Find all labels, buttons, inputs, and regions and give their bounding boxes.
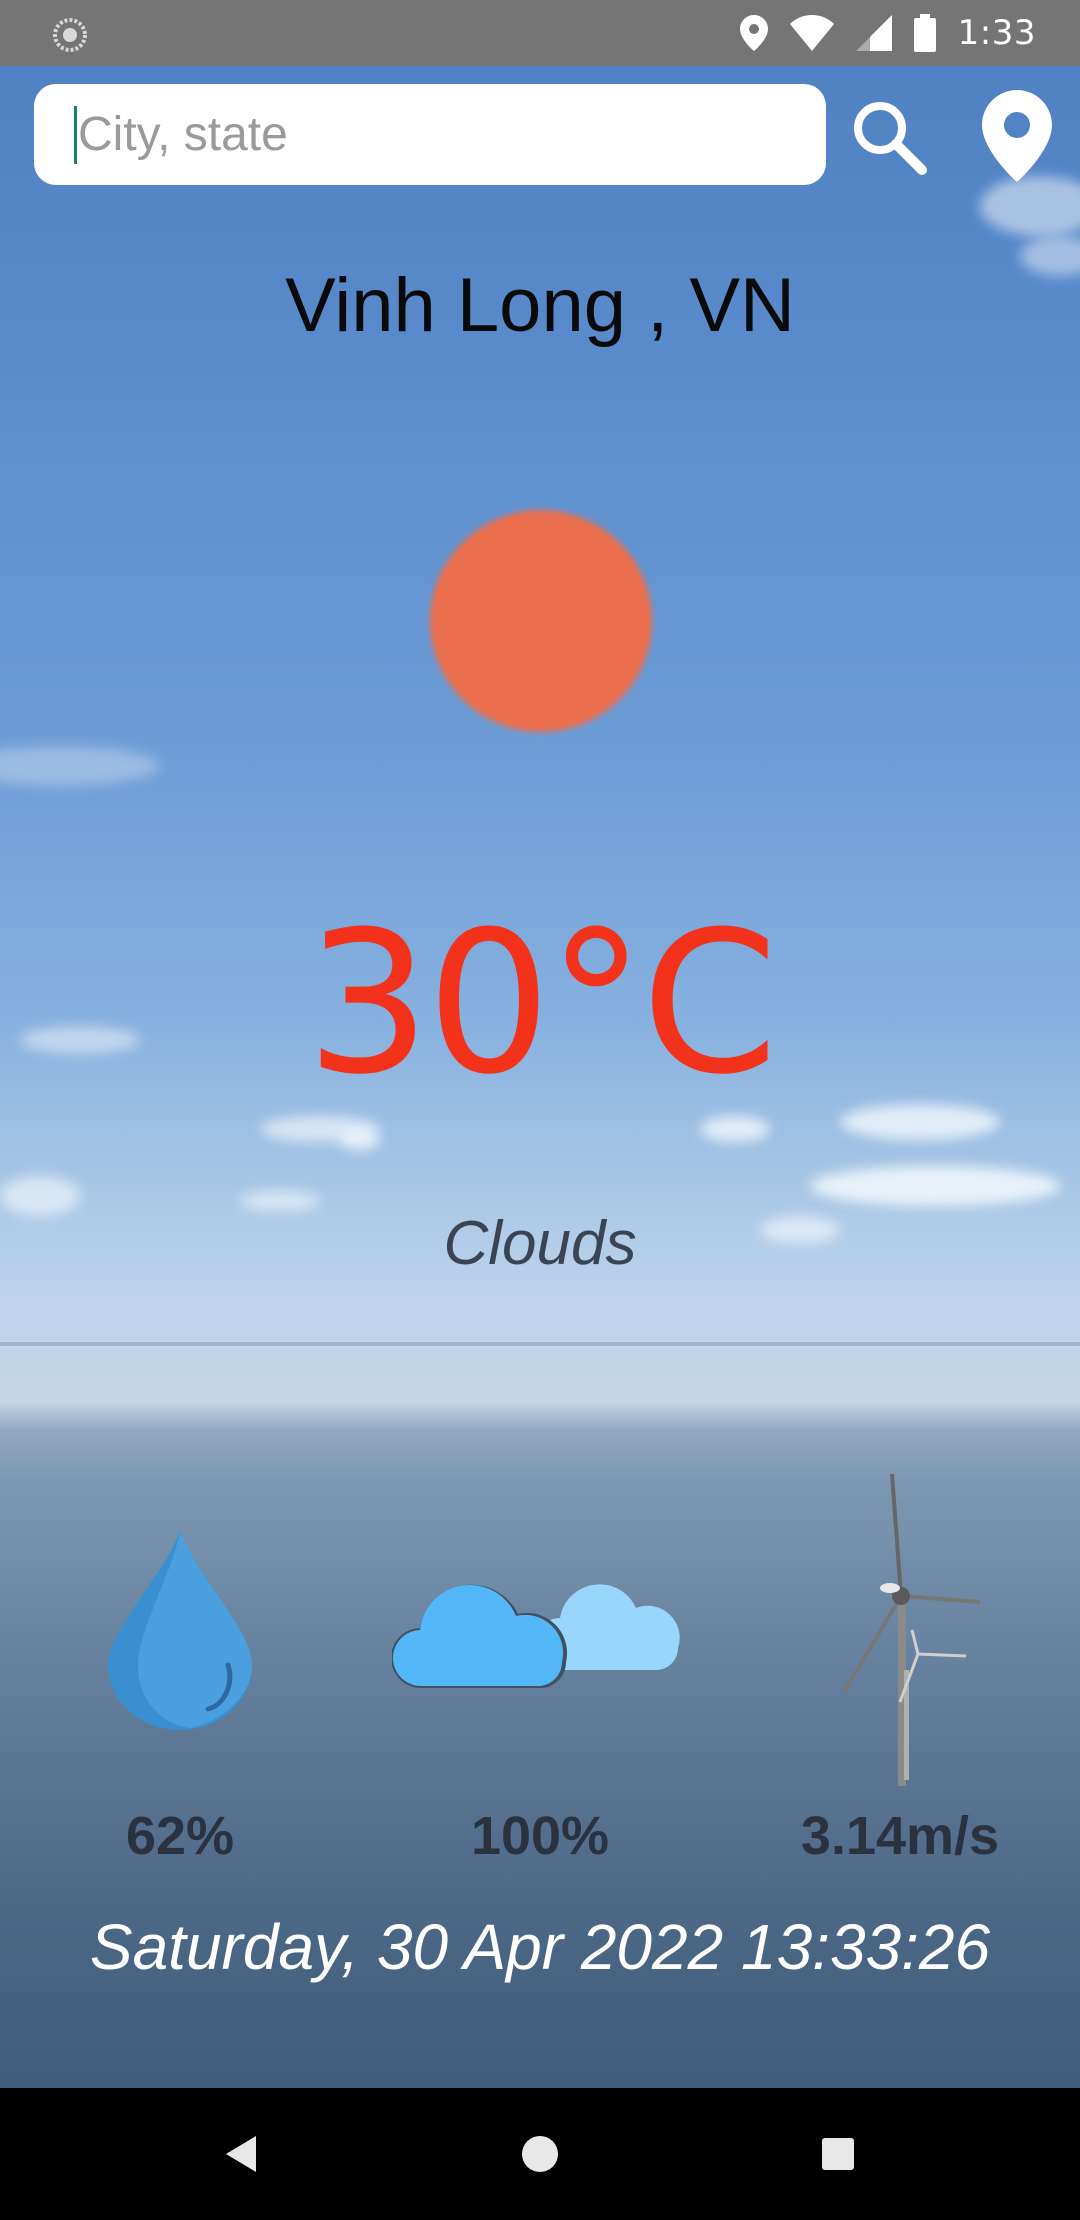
current-datetime: Saturday, 30 Apr 2022 13:33:26 (89, 1911, 991, 1983)
humidity-value: 62% (125, 1806, 235, 1866)
weather-condition: Clouds (443, 1209, 637, 1278)
wifi-icon (789, 15, 834, 51)
loading-icon (53, 18, 87, 52)
horizon-line (0, 1342, 1080, 1346)
cloudiness-value: 100% (470, 1806, 610, 1866)
city-name: Vinh Long , VN (285, 263, 795, 348)
city-search-input[interactable] (78, 84, 808, 185)
home-icon[interactable] (510, 2124, 570, 2184)
battery-icon (913, 14, 936, 52)
sun-icon (430, 510, 652, 732)
wind-turbine-icon (842, 1473, 981, 1786)
temperature: 30°C (305, 890, 778, 1118)
back-icon[interactable] (212, 2124, 272, 2184)
signal-icon (855, 15, 892, 51)
water-drop-icon (108, 1530, 252, 1730)
status-time: 1:33 (957, 13, 1036, 53)
clouds-icon (392, 1584, 680, 1689)
search-box (34, 84, 826, 185)
text-cursor (74, 106, 77, 164)
search-icon[interactable] (848, 96, 928, 176)
wind-speed-value: 3.14m/s (800, 1806, 1000, 1866)
navigation-bar (0, 2088, 1080, 2220)
status-bar: 1:33 (0, 0, 1080, 66)
current-location-icon[interactable] (982, 90, 1052, 182)
recents-icon[interactable] (808, 2124, 868, 2184)
location-pin-icon (739, 15, 768, 51)
weather-app: 1:33 Vinh Long , VN 30°C Clouds (0, 0, 1080, 2220)
status-icons: 1:33 (739, 0, 1036, 66)
